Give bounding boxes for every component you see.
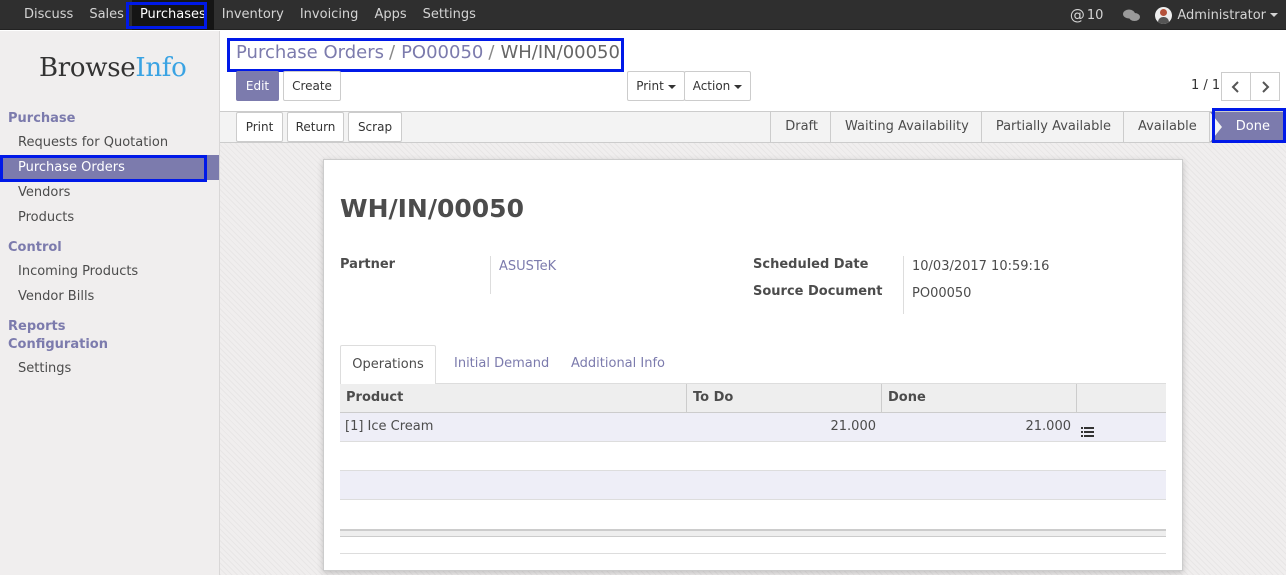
menu-discuss[interactable]: Discuss — [16, 0, 81, 30]
section-control: Control — [8, 240, 62, 255]
table-row-empty — [340, 500, 1166, 529]
stage-available[interactable]: Available — [1122, 112, 1209, 142]
breadcrumb-purchase-orders[interactable]: Purchase Orders — [236, 42, 384, 63]
sidebar-item-rfq[interactable]: Requests for Quotation — [0, 130, 219, 155]
breadcrumb-separator: / — [389, 42, 396, 63]
mention-icon[interactable]: @ — [1070, 6, 1085, 24]
done-cell: 21.000 — [1025, 419, 1072, 434]
tab-operations[interactable]: Operations — [340, 345, 436, 385]
chevron-left-icon — [1231, 80, 1239, 93]
table-row-empty — [340, 442, 1166, 471]
user-name[interactable]: Administrator — [1177, 8, 1266, 23]
scheduled-date-label: Scheduled Date — [753, 257, 869, 272]
chat-icon[interactable] — [1123, 9, 1141, 21]
scheduled-date-value: 10/03/2017 10:59:16 — [912, 259, 1050, 274]
table-row-empty — [340, 471, 1166, 500]
mention-count[interactable]: 10 — [1087, 8, 1104, 23]
browseinfo-logo: BrowseInfo — [39, 53, 187, 83]
menu-inventory[interactable]: Inventory — [214, 0, 292, 30]
previous-button[interactable] — [1221, 72, 1251, 101]
print-button[interactable]: Print — [236, 112, 283, 142]
breadcrumb-separator: / — [488, 42, 495, 63]
breadcrumb-po[interactable]: PO00050 — [401, 42, 483, 63]
menu-apps[interactable]: Apps — [366, 0, 414, 30]
product-cell: [1] Ice Cream — [345, 419, 434, 434]
stage-draft[interactable]: Draft — [770, 112, 831, 142]
menu-purchases[interactable]: Purchases — [131, 0, 214, 30]
notebook-tabs: Operations Initial Demand Additional Inf… — [340, 345, 1166, 385]
menu-sales[interactable]: Sales — [81, 0, 132, 30]
scrap-button[interactable]: Scrap — [348, 112, 402, 142]
partner-label: Partner — [340, 257, 396, 272]
breadcrumb-current: WH/IN/00050 — [500, 42, 620, 63]
pager-value[interactable]: 1 / 1 — [1191, 78, 1220, 93]
section-reports[interactable]: Reports — [8, 319, 65, 334]
menu-invoicing[interactable]: Invoicing — [292, 0, 367, 30]
column-header-product[interactable]: Product — [340, 384, 686, 413]
top-navbar: Discuss Sales Purchases Inventory Invoic… — [0, 0, 1286, 30]
field-divider — [490, 256, 491, 294]
tab-additional-info[interactable]: Additional Info — [571, 345, 665, 384]
action-dropdown[interactable]: Action — [684, 71, 751, 101]
breadcrumb: Purchase Orders / PO00050 / WH/IN/00050 — [236, 42, 620, 63]
column-header-todo[interactable]: To Do — [686, 384, 881, 413]
stage-waiting-availability[interactable]: Waiting Availability — [830, 112, 981, 142]
stage-arrow — [1209, 112, 1222, 142]
sidebar-item-products[interactable]: Products — [0, 205, 219, 230]
avatar[interactable] — [1155, 6, 1173, 24]
sidebar-item-vendor-bills[interactable]: Vendor Bills — [0, 284, 219, 309]
sidebar-item-incoming-products[interactable]: Incoming Products — [0, 259, 219, 284]
next-button[interactable] — [1250, 72, 1280, 101]
edit-button[interactable]: Edit — [236, 71, 279, 101]
table-header: Product To Do Done — [340, 384, 1166, 413]
chevron-right-icon — [1262, 80, 1270, 93]
section-purchase: Purchase — [8, 111, 76, 126]
column-header-done[interactable]: Done — [881, 384, 1076, 413]
top-right-systray: @ 10 Administrator — [1070, 0, 1278, 30]
sidebar-item-vendors[interactable]: Vendors — [0, 180, 219, 205]
chevron-down-icon[interactable] — [1270, 13, 1278, 17]
stage-bar: Draft Waiting Availability Partially Ava… — [770, 112, 1286, 142]
sidebar-item-settings[interactable]: Settings — [0, 356, 219, 381]
stage-partially-available[interactable]: Partially Available — [980, 112, 1123, 142]
source-document-value: PO00050 — [912, 286, 972, 301]
menu-settings[interactable]: Settings — [415, 0, 484, 30]
table-footer — [340, 529, 1166, 537]
stage-done[interactable]: Done — [1208, 112, 1286, 142]
todo-cell: 21.000 — [830, 419, 877, 434]
table-bottom-line — [340, 553, 1166, 554]
top-menu: Discuss Sales Purchases Inventory Invoic… — [16, 0, 484, 30]
tab-initial-demand[interactable]: Initial Demand — [454, 345, 549, 384]
section-configuration: Configuration — [8, 337, 108, 352]
source-document-label: Source Document — [753, 284, 883, 299]
sidebar-item-purchase-orders[interactable]: Purchase Orders — [0, 155, 219, 180]
field-divider — [903, 256, 904, 314]
column-header-action — [1076, 384, 1166, 413]
caret-down-icon — [667, 84, 676, 89]
partner-value[interactable]: ASUSTeK — [499, 259, 556, 274]
return-button[interactable]: Return — [287, 112, 344, 142]
caret-down-icon — [734, 84, 743, 89]
print-dropdown[interactable]: Print — [627, 71, 685, 101]
list-detail-icon[interactable] — [1081, 421, 1094, 437]
create-button[interactable]: Create — [283, 71, 341, 101]
picking-title: WH/IN/00050 — [340, 194, 524, 223]
table-row[interactable]: [1] Ice Cream 21.000 21.000 — [340, 413, 1166, 442]
